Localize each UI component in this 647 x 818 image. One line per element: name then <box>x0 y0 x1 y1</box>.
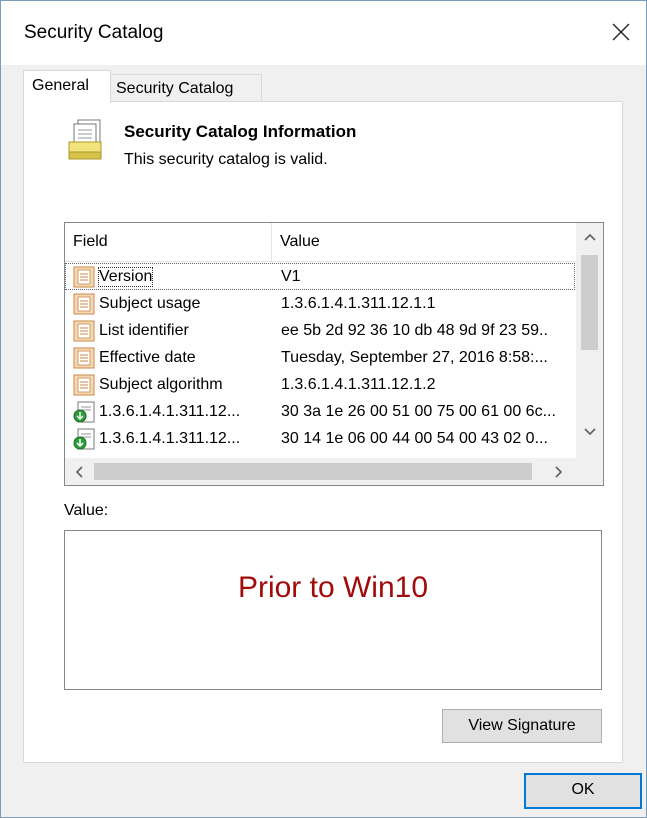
cell-field: Effective date <box>73 344 271 371</box>
value-label: Value: <box>64 502 109 519</box>
chevron-left-icon <box>75 465 83 478</box>
field-list[interactable]: Field Value Version V1 Subject usage 1.3.6.… <box>64 222 604 486</box>
field-value: V1 <box>281 268 301 285</box>
general-tab-panel: Security Catalog Information This securi… <box>23 101 623 763</box>
field-value: 1.3.6.1.4.1.311.12.1.1 <box>281 295 436 312</box>
list-row[interactable]: Effective date Tuesday, September 27, 201… <box>65 344 575 371</box>
list-row[interactable]: Subject usage 1.3.6.1.4.1.311.12.1.1 <box>65 290 575 317</box>
chevron-right-icon <box>554 465 562 478</box>
column-header-value[interactable]: Value <box>272 223 580 261</box>
scroll-up-button[interactable] <box>576 223 603 250</box>
vertical-scrollbar[interactable] <box>576 223 603 458</box>
tab-general[interactable]: General <box>23 70 111 103</box>
field-name: Subject usage <box>99 294 201 312</box>
extension-icon <box>73 428 95 449</box>
title-bar: Security Catalog <box>1 1 646 65</box>
field-name: Subject algorithm <box>99 375 223 393</box>
extension-icon <box>73 401 95 422</box>
security-catalog-dialog: Security Catalog General Security Catalo… <box>0 0 647 818</box>
field-name: List identifier <box>99 321 189 339</box>
cell-field: Subject algorithm <box>73 371 271 398</box>
certificate-document-icon <box>68 119 102 160</box>
value-content: Prior to Win10 <box>237 571 429 604</box>
field-icon <box>73 320 95 341</box>
list-row[interactable]: 1.3.6.1.4.1.311.12... 30 14 1e 06 00 44 0… <box>65 425 575 452</box>
horizontal-scrollbar[interactable] <box>65 458 603 485</box>
field-name: Effective date <box>99 348 196 366</box>
field-value: 1.3.6.1.4.1.311.12.1.2 <box>281 376 436 393</box>
view-signature-button[interactable]: View Signature <box>442 709 602 743</box>
field-value: 30 14 1e 06 00 44 00 54 00 43 02 0... <box>281 430 548 447</box>
list-row[interactable]: Subject algorithm 1.3.6.1.4.1.311.12.1.2 <box>65 371 575 398</box>
scroll-left-button[interactable] <box>65 458 92 485</box>
info-subtitle: This security catalog is valid. <box>124 151 328 168</box>
list-row[interactable]: 1.3.6.1.4.1.311.12... 30 3a 1e 26 00 51 0… <box>65 398 575 425</box>
scroll-right-button[interactable] <box>545 458 572 485</box>
tab-security-catalog[interactable]: Security Catalog <box>107 74 262 102</box>
vertical-scroll-thumb[interactable] <box>581 255 598 350</box>
cell-field: 1.3.6.1.4.1.311.12... <box>73 398 271 425</box>
list-row[interactable]: List identifier ee 5b 2d 92 36 10 db 48 9… <box>65 317 575 344</box>
field-name: 1.3.6.1.4.1.311.12... <box>99 429 241 447</box>
field-value: Tuesday, September 27, 2016 8:58:... <box>281 349 548 366</box>
field-icon <box>73 293 95 314</box>
chevron-down-icon <box>583 427 596 435</box>
cell-field: List identifier <box>73 317 271 344</box>
field-value: 30 3a 1e 26 00 51 00 75 00 61 00 6c... <box>281 403 556 420</box>
cell-field: Subject usage <box>73 290 271 317</box>
field-icon <box>73 266 95 287</box>
horizontal-scroll-thumb[interactable] <box>94 463 532 480</box>
column-header-field[interactable]: Field <box>65 223 272 261</box>
chevron-up-icon <box>583 233 596 241</box>
list-row[interactable]: Version V1 <box>65 263 575 290</box>
field-name: 1.3.6.1.4.1.311.12... <box>99 402 241 420</box>
field-name: Version <box>97 266 154 287</box>
window-title: Security Catalog <box>24 22 164 43</box>
cell-field: Version <box>73 263 271 290</box>
field-value: ee 5b 2d 92 36 10 db 48 9d 9f 23 59.. <box>281 322 548 339</box>
field-icon <box>73 374 95 395</box>
scroll-down-button[interactable] <box>576 418 603 445</box>
cell-field: 1.3.6.1.4.1.311.12... <box>73 425 271 452</box>
field-icon <box>73 347 95 368</box>
close-icon <box>612 23 630 41</box>
value-textbox[interactable]: Prior to Win10 <box>64 530 602 690</box>
ok-button[interactable]: OK <box>524 773 642 809</box>
info-title: Security Catalog Information <box>124 122 357 141</box>
list-header: Field Value <box>65 223 575 262</box>
list-rows: Version V1 Subject usage 1.3.6.1.4.1.311.12… <box>65 263 575 452</box>
close-button[interactable] <box>604 15 638 49</box>
